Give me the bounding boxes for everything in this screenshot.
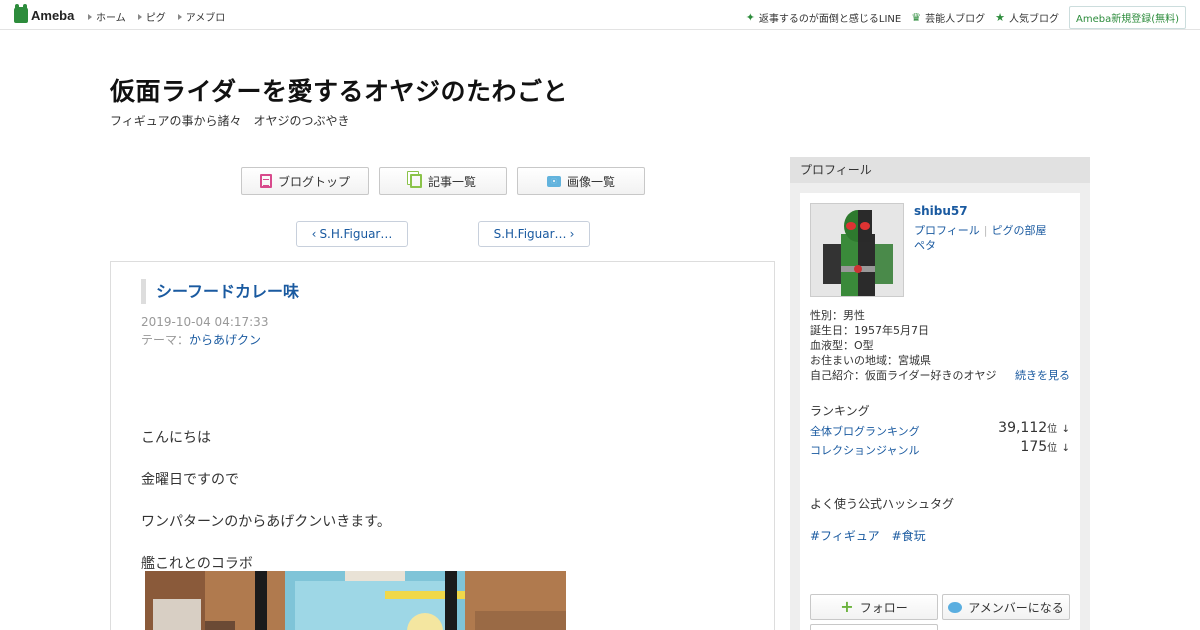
triangle-right-icon bbox=[177, 13, 182, 20]
profile-blood-type: 血液型：O型 bbox=[810, 339, 874, 352]
profile-link[interactable]: プロフィール bbox=[914, 224, 980, 237]
avatar[interactable] bbox=[810, 203, 904, 297]
entry-theme-prefix: テーマ： bbox=[141, 333, 190, 347]
profile-location: お住まいの地域：宮城県 bbox=[810, 354, 931, 367]
star-icon: ★ bbox=[995, 11, 1005, 24]
ameba-logo[interactable]: Ameba bbox=[14, 4, 75, 24]
follow-button[interactable]: + フォロー bbox=[810, 594, 938, 620]
nav-home-label: ホーム bbox=[96, 13, 126, 24]
nav-home[interactable]: ホーム bbox=[88, 9, 126, 24]
entry-list-button[interactable]: 記事一覧 bbox=[379, 167, 507, 195]
entry-photo[interactable] bbox=[145, 571, 566, 630]
header-links: ✦ 返事するのが面倒と感じるLINE ♛ 芸能人ブログ ★ 人気ブログ Ameba新規… bbox=[746, 6, 1186, 29]
crown-icon: ♛ bbox=[911, 11, 922, 24]
body-line: ワンパターンのからあげクンいきます。 bbox=[141, 514, 391, 530]
triangle-right-icon bbox=[88, 13, 92, 20]
document-icon bbox=[259, 174, 272, 188]
next-entry-button[interactable]: S.H.Figuar… › bbox=[478, 221, 590, 247]
ranking-row: 全体ブログランキング 39,112位 ↓ bbox=[810, 420, 1070, 439]
profile-gender: 性別：男性 bbox=[810, 309, 865, 322]
pig-room-link[interactable]: ピグの部屋 bbox=[992, 224, 1047, 237]
camera-icon bbox=[546, 175, 561, 187]
blog-top-button[interactable]: ブログトップ bbox=[241, 167, 369, 195]
entry-list-label: 記事一覧 bbox=[427, 174, 476, 189]
blog-top-label: ブログトップ bbox=[277, 174, 350, 189]
chevron-left-icon: ‹ bbox=[311, 227, 317, 241]
sparkle-icon: ✦ bbox=[745, 11, 755, 24]
entry-title[interactable]: シーフードカレー味 bbox=[141, 279, 299, 304]
trending-link[interactable]: ✦ 返事するのが面倒と感じるLINE bbox=[746, 10, 902, 25]
read-more-link[interactable]: 続きを見る bbox=[1015, 367, 1070, 383]
celebrity-blog-label: 芸能人ブログ bbox=[925, 14, 986, 25]
amember-label: アメンバーになる bbox=[968, 600, 1064, 615]
hashtag-figure[interactable]: #フィギュア bbox=[810, 527, 880, 544]
body-line: こんにちは bbox=[141, 430, 211, 446]
arrow-down-icon: ↓ bbox=[1061, 443, 1070, 454]
popular-blog-label: 人気ブログ bbox=[1008, 14, 1059, 25]
copy-icon bbox=[409, 174, 422, 188]
triangle-right-icon bbox=[137, 13, 142, 20]
prev-entry-button[interactable]: ‹ S.H.Figuar… bbox=[296, 221, 408, 247]
ranking-genre-value: 175位 ↓ bbox=[1020, 439, 1070, 455]
profile-bio: 自己紹介：仮面ライダー好きのオヤジ bbox=[810, 369, 997, 382]
nav-pigg[interactable]: ピグ bbox=[137, 9, 166, 24]
chevron-right-icon: › bbox=[569, 227, 575, 241]
image-list-label: 画像一覧 bbox=[566, 174, 615, 189]
profile-panel: shibu57 プロフィール | ピグの部屋 ペタ 性別：男性 誕生日：1957年5… bbox=[800, 193, 1080, 630]
blog-description: フィギュアの事から諸々 オヤジのつぶやき bbox=[110, 114, 350, 128]
global-header: Ameba ホーム ピグ アメブロ ✦ 返事するのが面倒と感じるLINE ♛ 芸能人… bbox=[0, 0, 1200, 30]
profile-links: プロフィール | ピグの部屋 ペタ bbox=[914, 224, 1047, 252]
sidebar: プロフィール shibu57 プロフィール | ピグの部屋 ペタ 性別：男性 誕生日 bbox=[790, 157, 1090, 630]
prev-entry-label: S.H.Figuar… bbox=[319, 227, 393, 241]
hashtag-list: #フィギュア #食玩 bbox=[810, 527, 926, 544]
nav-ameblo-label: アメブロ bbox=[185, 13, 226, 24]
ranking-title: ランキング bbox=[810, 404, 870, 418]
body-line: 金曜日ですので bbox=[141, 472, 239, 488]
blog-title[interactable]: 仮面ライダーを愛するオヤジのたわごと bbox=[110, 72, 568, 108]
popular-blog-link[interactable]: ★ 人気ブログ bbox=[995, 10, 1059, 25]
image-list-button[interactable]: 画像一覧 bbox=[517, 167, 645, 195]
profile-birthday: 誕生日：1957年5月7日 bbox=[810, 324, 929, 337]
hashtag-title: よく使う公式ハッシュタグ bbox=[810, 497, 955, 511]
ranking-row: コレクションジャンル 175位 ↓ bbox=[810, 439, 1070, 458]
entry-theme-link[interactable]: からあげクン bbox=[189, 333, 261, 347]
arrow-down-icon: ↓ bbox=[1061, 424, 1070, 435]
ranking-overall-value: 39,112位 ↓ bbox=[998, 420, 1070, 436]
username[interactable]: shibu57 bbox=[914, 204, 968, 218]
nav-pigg-label: ピグ bbox=[145, 13, 166, 24]
profile-header: プロフィール bbox=[790, 157, 1090, 183]
amember-button[interactable]: アメンバーになる bbox=[942, 594, 1070, 620]
follow-label: フォロー bbox=[859, 600, 908, 615]
celebrity-blog-link[interactable]: ♛ 芸能人ブログ bbox=[911, 10, 985, 25]
message-button[interactable] bbox=[810, 624, 938, 630]
plus-icon: + bbox=[840, 597, 854, 616]
ranking-overall-link[interactable]: 全体ブログランキング bbox=[810, 425, 920, 438]
register-button[interactable]: Ameba新規登録(無料) bbox=[1068, 6, 1186, 29]
peta-link[interactable]: ペタ bbox=[914, 239, 936, 252]
ameba-logo-icon bbox=[14, 4, 28, 23]
article: シーフードカレー味 2019-10-04 04:17:33 テーマ：からあげクン… bbox=[110, 261, 775, 630]
body-line: 艦これとのコラボ bbox=[141, 556, 253, 572]
global-nav: ホーム ピグ アメブロ bbox=[88, 9, 225, 24]
hashtag-shokugan[interactable]: #食玩 bbox=[892, 527, 926, 544]
entry-date: 2019-10-04 04:17:33 bbox=[141, 315, 269, 329]
next-entry-label: S.H.Figuar… bbox=[493, 227, 567, 241]
entry-theme: テーマ：からあげクン bbox=[141, 331, 261, 348]
chat-bubble-icon bbox=[948, 601, 963, 613]
ranking-genre-link[interactable]: コレクションジャンル bbox=[810, 444, 919, 457]
trending-link-label: 返事するのが面倒と感じるLINE bbox=[758, 14, 902, 25]
logo-text: Ameba bbox=[31, 7, 75, 23]
nav-ameblo[interactable]: アメブロ bbox=[177, 9, 226, 24]
